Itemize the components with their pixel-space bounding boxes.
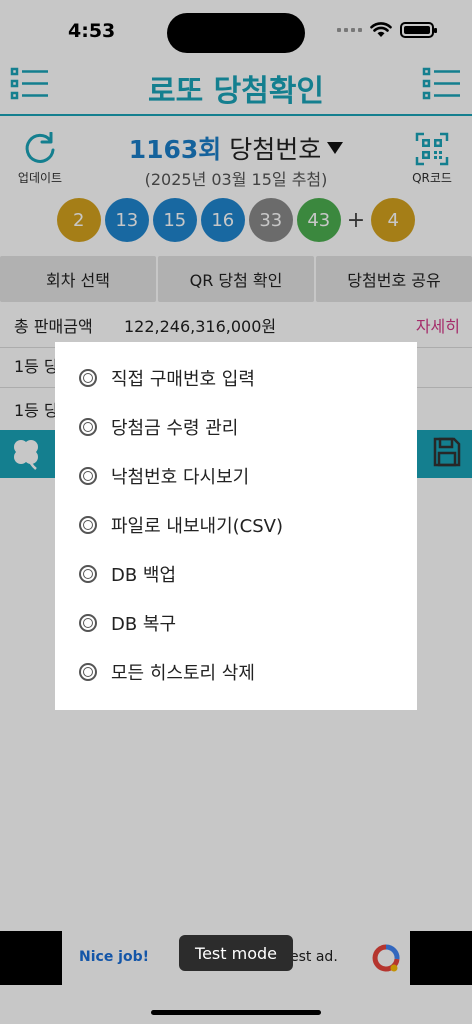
radio-icon <box>79 662 97 681</box>
menu-item-export-csv[interactable]: 파일로 내보내기(CSV) <box>55 500 417 549</box>
menu-item-db-backup[interactable]: DB 백업 <box>55 549 417 598</box>
menu-item-label: DB 백업 <box>111 564 177 586</box>
menu-item-label: 낙첨번호 다시보기 <box>111 466 250 488</box>
menu-item-label: 직접 구매번호 입력 <box>111 368 255 390</box>
menu-item-label: 당첨금 수령 관리 <box>111 417 239 439</box>
radio-icon <box>79 466 97 485</box>
menu-item-db-restore[interactable]: DB 복구 <box>55 598 417 647</box>
radio-icon <box>79 564 97 583</box>
radio-icon <box>79 368 97 387</box>
menu-item-label: DB 복구 <box>111 613 177 635</box>
menu-item-label: 모든 히스토리 삭제 <box>111 662 255 684</box>
menu-item-label: 파일로 내보내기(CSV) <box>111 515 283 537</box>
test-mode-toast: Test mode <box>179 935 293 971</box>
radio-icon <box>79 613 97 632</box>
radio-icon <box>79 417 97 436</box>
home-indicator <box>151 1010 321 1015</box>
menu-item-losing-numbers[interactable]: 낙첨번호 다시보기 <box>55 451 417 500</box>
menu-item-prize-management[interactable]: 당첨금 수령 관리 <box>55 402 417 451</box>
radio-icon <box>79 515 97 534</box>
menu-item-delete-history[interactable]: 모든 히스토리 삭제 <box>55 647 417 696</box>
options-popup-menu: 직접 구매번호 입력 당첨금 수령 관리 낙첨번호 다시보기 파일로 내보내기(… <box>55 342 417 710</box>
menu-item-manual-entry[interactable]: 직접 구매번호 입력 <box>55 353 417 402</box>
